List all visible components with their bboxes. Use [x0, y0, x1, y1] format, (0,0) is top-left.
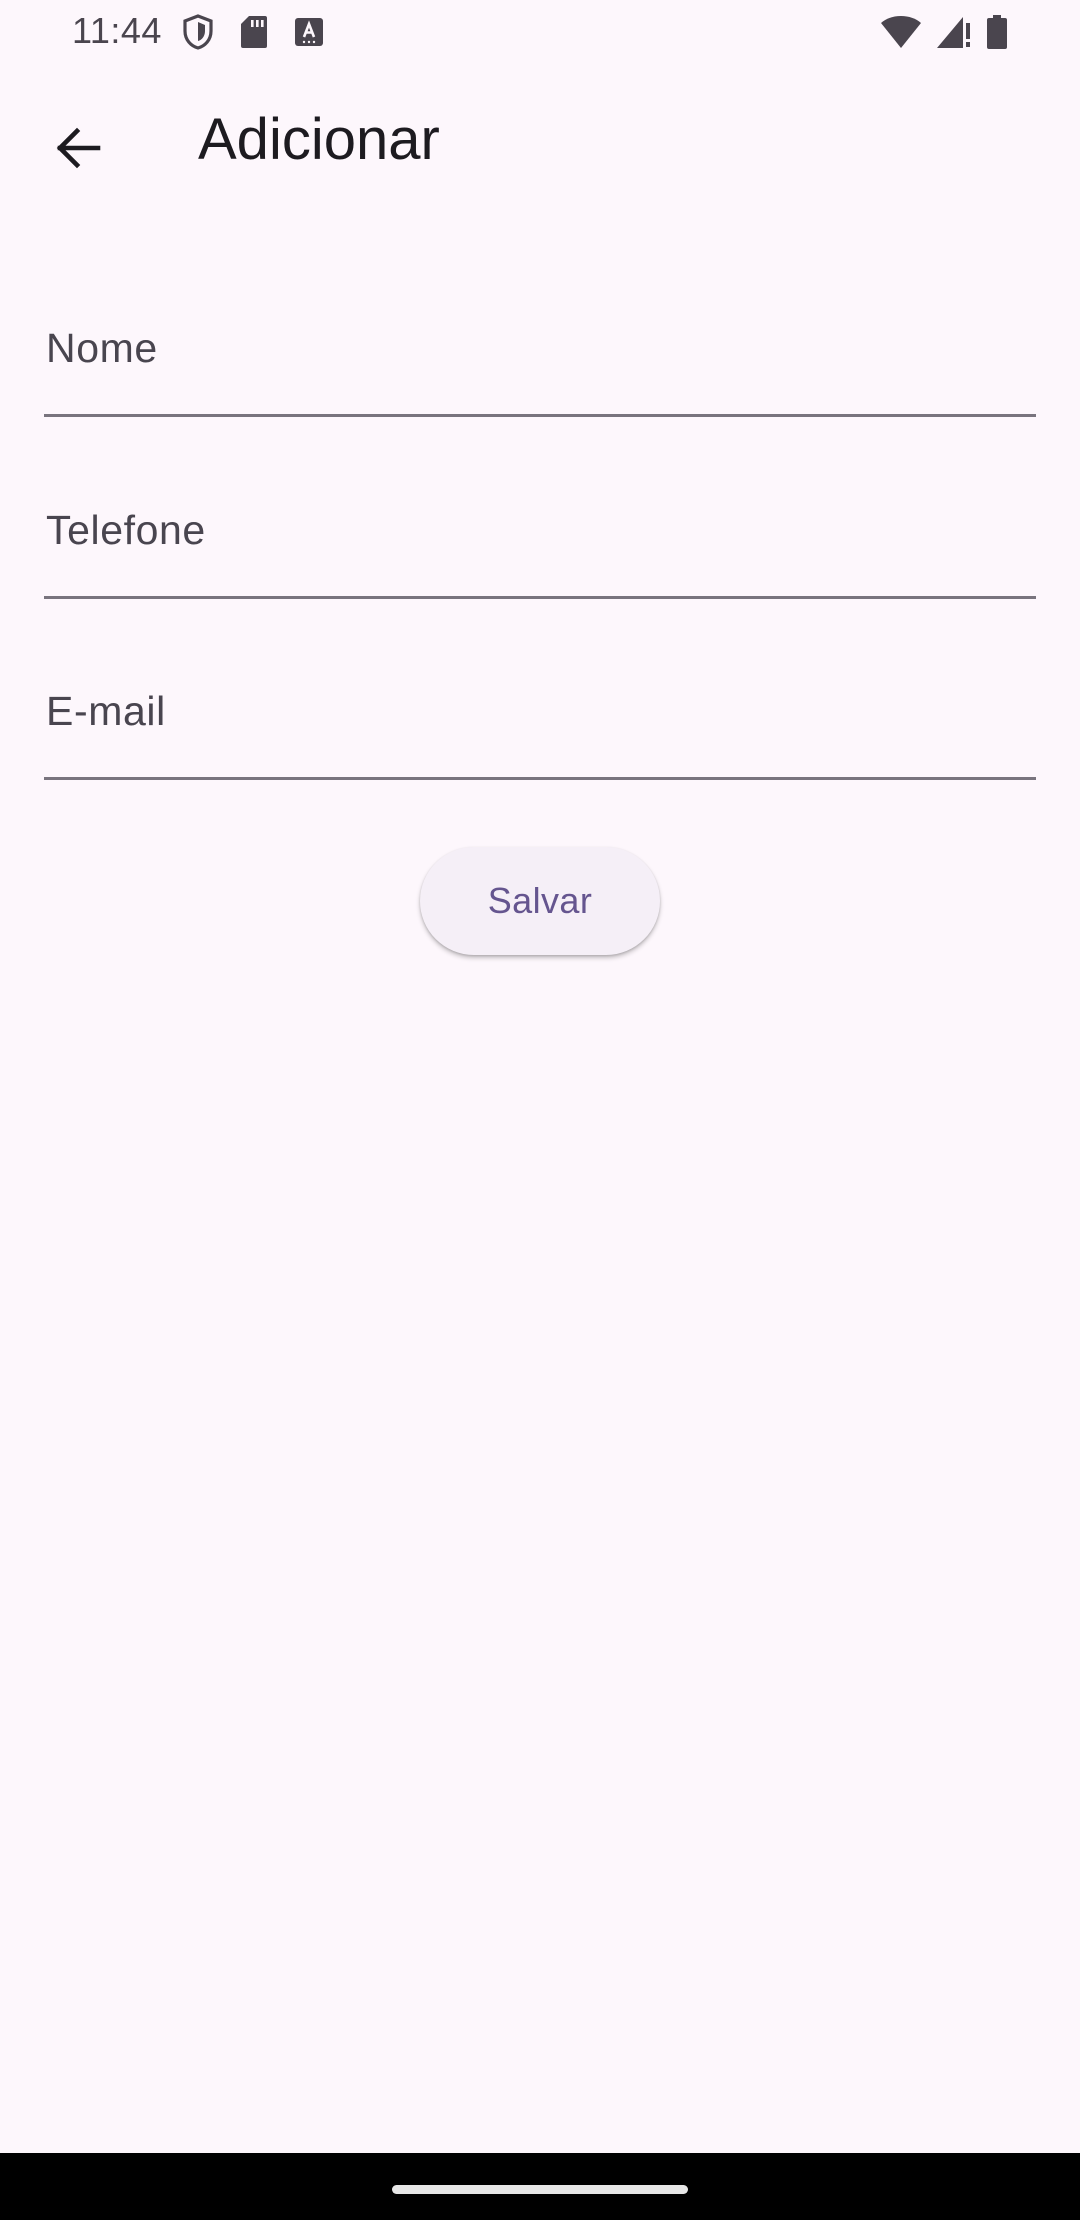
status-bar: 11:44	[0, 0, 1080, 64]
app-bar: Adicionar	[0, 80, 1080, 204]
phone-field-underline	[44, 596, 1036, 599]
name-field[interactable]: Nome	[44, 277, 1036, 417]
page-title: Adicionar	[198, 107, 440, 172]
navigation-bar	[0, 2153, 1080, 2220]
email-field[interactable]: E-mail	[44, 640, 1036, 780]
phone-field[interactable]: Telefone	[44, 459, 1036, 599]
save-button[interactable]: Salvar	[420, 847, 660, 955]
sd-card-icon	[240, 15, 268, 49]
signal-alert-icon	[936, 15, 972, 49]
email-field-underline	[44, 777, 1036, 780]
keyboard-a-icon	[294, 17, 324, 47]
home-indicator[interactable]	[392, 2185, 688, 2194]
arrow-back-icon	[52, 122, 104, 179]
status-right-icons	[880, 14, 1008, 50]
save-button-label: Salvar	[487, 880, 593, 921]
status-time: 11:44	[72, 10, 162, 51]
shield-icon	[182, 14, 214, 50]
name-field-underline	[44, 414, 1036, 417]
battery-icon	[986, 14, 1008, 50]
screen: 11:44 Adicionar Nome Telefone E-mail Sal…	[0, 0, 1080, 2220]
wifi-icon	[880, 15, 922, 49]
status-left-icons	[182, 14, 324, 50]
back-button[interactable]	[36, 108, 120, 192]
